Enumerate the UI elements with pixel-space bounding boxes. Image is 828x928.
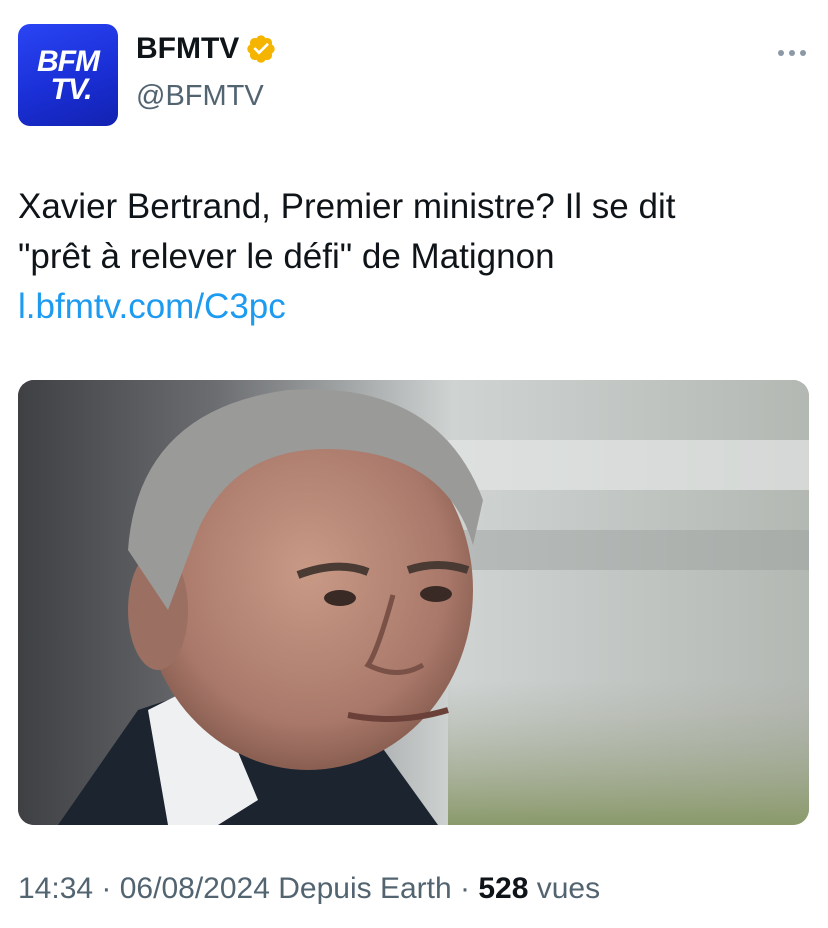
tweet-date[interactable]: 06/08/2024 <box>120 872 270 905</box>
tweet-text-line1: Xavier Bertrand, Premier ministre? Il se… <box>18 187 676 226</box>
display-name[interactable]: BFMTV <box>136 32 239 66</box>
tweet-link[interactable]: l.bfmtv.com/C3pc <box>18 282 808 332</box>
author-name-row[interactable]: BFMTV <box>136 32 277 66</box>
tweet-media-photo[interactable] <box>18 380 809 825</box>
verified-badge-icon <box>247 35 275 63</box>
tweet-source: Depuis Earth <box>269 872 452 905</box>
more-dots-icon <box>789 50 795 56</box>
views-label: vues <box>528 872 601 905</box>
tweet-meta: 14:34 · 06/08/2024 Depuis Earth · 528 vu… <box>18 872 600 906</box>
more-dots-icon <box>778 50 784 56</box>
account-handle[interactable]: @BFMTV <box>136 80 264 113</box>
meta-separator: · <box>451 872 479 905</box>
tweet-text-line2: "prêt à relever le défi" de Matignon <box>18 237 555 276</box>
views-count: 528 <box>478 872 529 905</box>
account-avatar[interactable]: BFM TV. <box>18 24 118 126</box>
avatar-text-line1: BFM <box>37 45 100 78</box>
portrait-photo <box>18 380 809 825</box>
tweet-time[interactable]: 14:34 <box>18 872 93 905</box>
avatar-text-line2: TV. <box>50 73 93 106</box>
tweet-text: Xavier Bertrand, Premier ministre? Il se… <box>18 182 808 332</box>
more-dots-icon <box>800 50 806 56</box>
more-options-button[interactable] <box>778 50 806 56</box>
meta-separator: · <box>93 872 120 905</box>
